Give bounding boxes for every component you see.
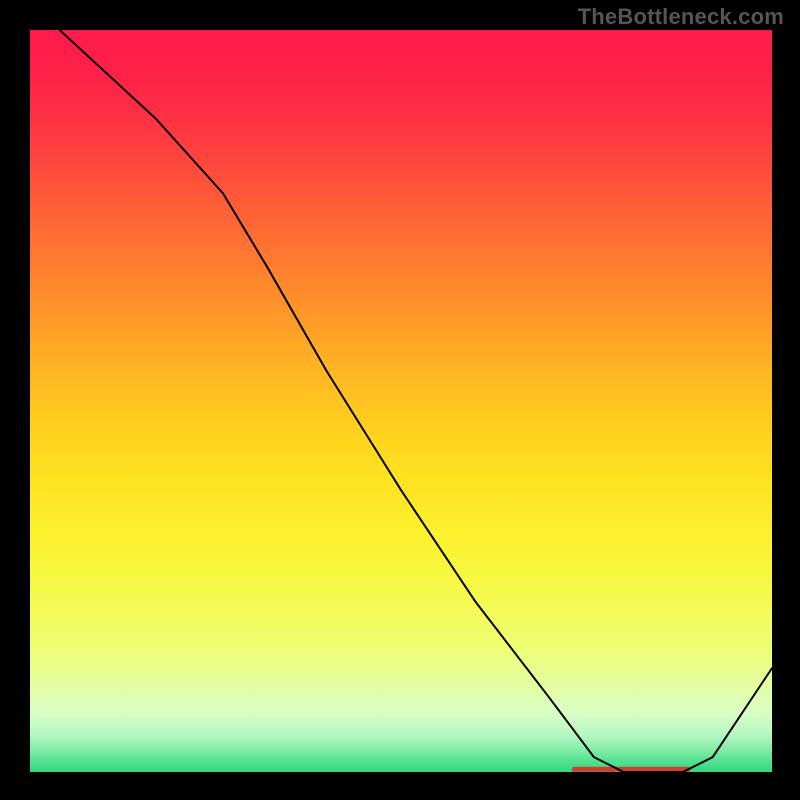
chart-root: TheBottleneck.com [0, 0, 800, 800]
chart-plot-area [30, 30, 772, 772]
chart-background-gradient [30, 30, 772, 772]
watermark-label: TheBottleneck.com [578, 4, 784, 30]
chart-svg [30, 30, 772, 772]
